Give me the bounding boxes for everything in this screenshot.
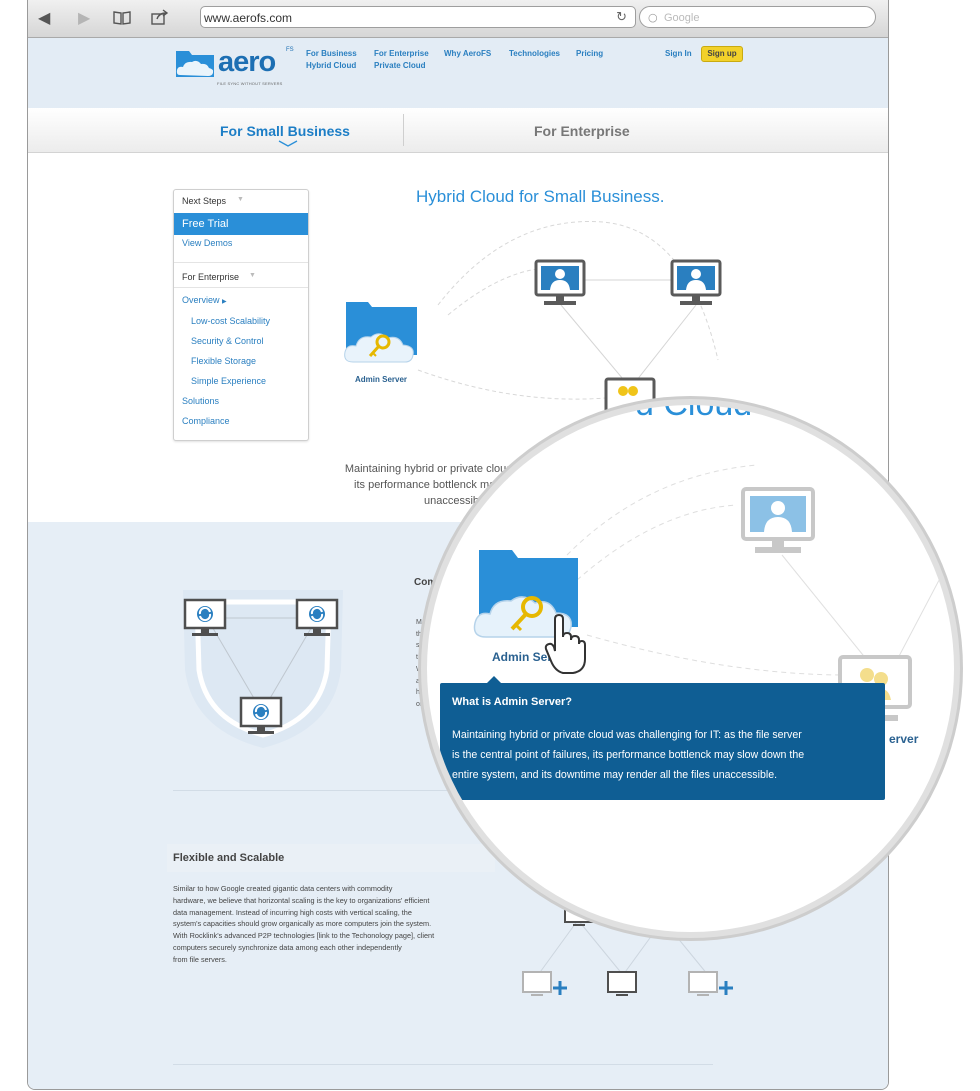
tooltip-title: What is Admin Server?	[452, 696, 573, 708]
menu-low-cost-scalability[interactable]: Low-cost Scalability	[191, 316, 270, 326]
nav-pricing[interactable]: Pricing	[576, 49, 603, 58]
menu-divider	[174, 287, 308, 288]
admin-server-tooltip: What is Admin Server? Maintaining hybrid…	[440, 676, 885, 800]
magnifier-lens: d Cloud Admin Ser erver What is Admin	[427, 405, 954, 932]
subnav-hybrid-cloud[interactable]: Hybrid Cloud	[306, 61, 356, 70]
tooltip-pointer	[487, 676, 501, 683]
logo-tagline: FILE SYNC WITHOUT SERVERS	[217, 81, 283, 86]
menu-security-control[interactable]: Security & Control	[191, 336, 264, 346]
overview-label: Overview	[182, 295, 220, 305]
search-placeholder: Google	[664, 12, 700, 24]
aerofs-logo[interactable]: aero FS	[174, 46, 294, 78]
subnav-private-cloud[interactable]: Private Cloud	[374, 61, 426, 70]
logo-wordmark: aero	[218, 46, 276, 78]
admin-server-label[interactable]: Admin Server	[355, 375, 407, 384]
sync-computer-icon	[239, 696, 283, 734]
chevron-down-icon: ▼	[249, 272, 256, 279]
tooltip-line: entire system, and its downtime may rend…	[452, 769, 778, 781]
tooltip-line: Maintaining hybrid or private cloud was …	[452, 729, 802, 741]
shared-computer-icon	[604, 377, 656, 415]
free-trial-item[interactable]: Free Trial	[174, 213, 308, 235]
url-text: www.aerofs.com	[204, 11, 293, 25]
site-header: aero FS FILE SYNC WITHOUT SERVERS For Bu…	[28, 38, 888, 108]
magnified-server-label: erver	[889, 732, 919, 746]
sidebar-menu: Next Steps ▼ Free Trial View Demos For E…	[173, 189, 309, 441]
browser-toolbar: ◀ ▶ www.aerofs.com ↻ ○ Google	[28, 0, 888, 38]
admin-server-folder-icon[interactable]	[343, 300, 423, 368]
logo-superscript: FS	[286, 47, 294, 53]
search-field[interactable]: ○ Google	[639, 6, 876, 28]
menu-simple-experience[interactable]: Simple Experience	[191, 376, 266, 386]
sync-computer-icon	[183, 598, 227, 636]
nav-why-aerofs[interactable]: Why AeroFS	[444, 49, 491, 58]
active-tab-caret-icon	[278, 140, 298, 147]
nav-for-business[interactable]: For Business	[306, 49, 357, 58]
search-icon: ○	[648, 11, 658, 24]
menu-divider	[174, 262, 308, 263]
forward-icon[interactable]: ▶	[78, 9, 90, 27]
logo-folder-icon	[176, 51, 214, 77]
tooltip-line: is the central point of failures, its pe…	[452, 749, 805, 761]
section-divider	[173, 1064, 713, 1065]
tab-small-business[interactable]: For Small Business	[220, 123, 350, 139]
paragraph-line: computers securely synchronize data amon…	[173, 942, 402, 952]
reload-icon[interactable]: ↻	[616, 7, 627, 29]
menu-compliance[interactable]: Compliance	[182, 416, 230, 426]
magnified-client-computer-icon	[741, 487, 815, 553]
sign-up-button[interactable]: Sign up	[701, 46, 743, 62]
sign-in-link[interactable]: Sign In	[665, 49, 692, 58]
sync-computer-icon	[295, 598, 339, 636]
client-computer-icon	[534, 259, 586, 305]
for-enterprise-heading[interactable]: For Enterprise	[182, 272, 239, 282]
menu-flexible-storage[interactable]: Flexible Storage	[191, 356, 256, 366]
magnified-admin-label[interactable]: Admin Ser	[492, 650, 552, 664]
page-headline: Hybrid Cloud for Small Business.	[416, 187, 665, 206]
client-computer-icon	[670, 259, 722, 305]
overview-item[interactable]: Overview ▶	[182, 295, 227, 305]
chevron-right-icon: ▶	[222, 299, 227, 305]
audience-tabs: For Small Business For Enterprise	[28, 108, 888, 153]
tooltip-body: Maintaining hybrid or private cloud was …	[452, 725, 877, 785]
flexible-scalable-title: Flexible and Scalable	[173, 852, 285, 864]
nav-technologies[interactable]: Technologies	[509, 49, 560, 58]
nav-for-enterprise[interactable]: For Enterprise	[374, 49, 429, 58]
menu-solutions[interactable]: Solutions	[182, 396, 219, 406]
tab-divider	[403, 114, 404, 146]
tab-enterprise[interactable]: For Enterprise	[534, 123, 630, 139]
chevron-down-icon: ▼	[237, 196, 244, 203]
hand-cursor-icon	[544, 613, 586, 674]
url-field[interactable]: www.aerofs.com ↻	[200, 6, 636, 28]
next-steps-heading[interactable]: Next Steps	[182, 196, 226, 206]
view-demos-item[interactable]: View Demos	[182, 238, 232, 248]
back-icon[interactable]: ◀	[38, 9, 50, 27]
paragraph-line: from file servers.	[173, 954, 227, 964]
